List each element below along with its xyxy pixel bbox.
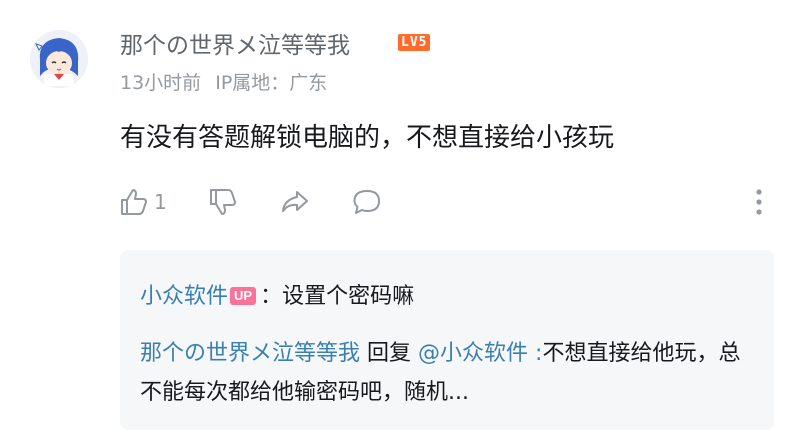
comment-time: 13小时前 [120,72,202,94]
reply-username[interactable]: 小众软件 [140,284,228,309]
reply-separator: : [528,341,543,366]
reply-separator: ： [260,284,283,309]
more-icon[interactable] [749,186,769,218]
reply-text: 设置个密码嘛 [282,284,415,309]
comment-meta: 13小时前 IP属地：广东 [120,68,327,95]
level-badge: LV5 [398,34,431,51]
replies-panel: 小众软件 UP ：设置个密码嘛 那个の世界メ泣等等我 回复 @小众软件 :不想直接给… [120,250,774,430]
like-count: 1 [154,190,167,214]
dislike-icon [209,189,236,215]
like-icon [121,189,147,215]
reply-button[interactable] [351,186,383,218]
reply-item: 那个の世界メ泣等等我 回复 @小众软件 :不想直接给他玩，总不能每次都给他输密码… [140,334,760,412]
reply-username[interactable]: 那个の世界メ泣等等我 [140,341,360,366]
share-icon [281,191,308,212]
comment-username[interactable]: 那个の世界メ泣等等我 [120,26,350,60]
like-button[interactable]: 1 [118,186,167,218]
up-badge: UP [230,287,257,305]
reply-action: 回复 [360,341,419,366]
dislike-button[interactable] [207,186,239,218]
avatar[interactable] [30,30,88,88]
reply-icon [353,190,380,214]
reply-item: 小众软件 UP ：设置个密码嘛 [140,278,414,310]
reply-mention[interactable]: @小众软件 [418,341,528,366]
comment-actions: 1 [118,184,383,220]
comment-content: 有没有答题解锁电脑的，不想直接给小孩玩 [120,123,615,153]
comment-location: IP属地：广东 [215,72,328,94]
avatar-image [30,30,88,88]
share-button[interactable] [279,186,311,218]
